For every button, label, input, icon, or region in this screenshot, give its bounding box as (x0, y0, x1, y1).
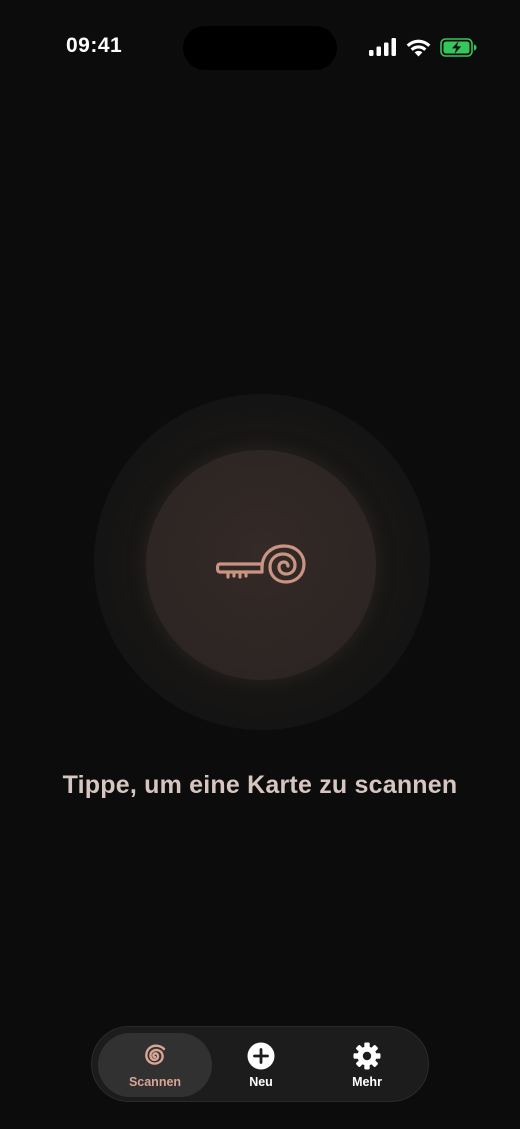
tab-scannen[interactable]: Scannen (98, 1033, 212, 1097)
tab-bar: Scannen Neu Mehr (91, 1026, 429, 1102)
tab-neu-label: Neu (249, 1075, 273, 1089)
tab-neu[interactable]: Neu (204, 1033, 318, 1097)
wifi-icon (406, 39, 431, 56)
gear-icon (353, 1042, 381, 1070)
plus-circle-icon (247, 1042, 275, 1070)
battery-charging-icon (440, 37, 477, 57)
tab-mehr[interactable]: Mehr (310, 1033, 424, 1097)
cellular-signal-icon (369, 38, 396, 56)
key-spiral-icon (216, 544, 306, 584)
status-icons (369, 36, 478, 58)
status-bar: 09:41 (0, 0, 520, 96)
tab-mehr-label: Mehr (352, 1075, 382, 1089)
scan-hint-text: Tippe, um eine Karte zu scannen (62, 771, 458, 799)
dynamic-island (183, 26, 337, 70)
status-time: 09:41 (66, 34, 123, 57)
tab-scannen-label: Scannen (128, 1075, 182, 1089)
spiral-icon (145, 1044, 166, 1065)
